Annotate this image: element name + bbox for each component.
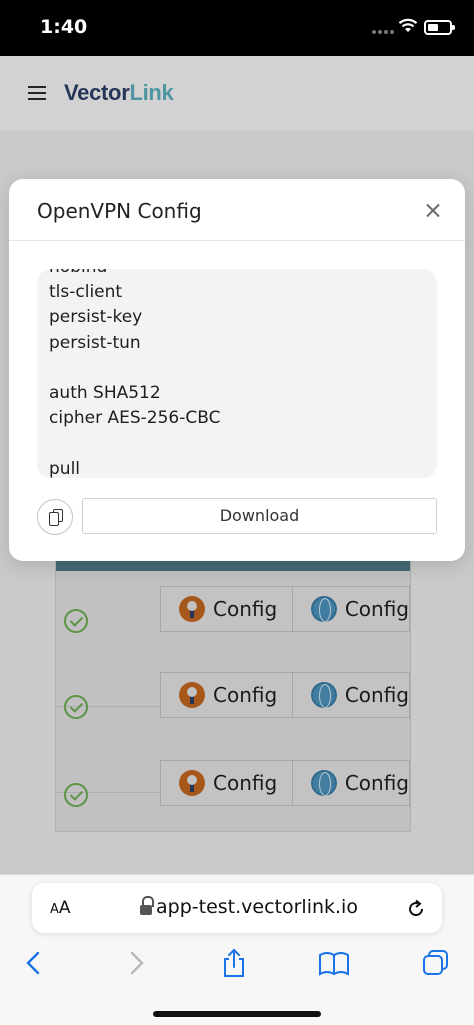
aa-small: A [50,902,59,917]
wifi-icon [398,18,418,32]
close-icon[interactable] [423,201,443,221]
battery-icon [424,20,455,35]
status-time: 1:40 [40,16,88,38]
share-icon[interactable] [216,947,252,979]
forward-icon[interactable] [118,947,154,979]
browser-toolbar: AA app-test.vectorlink.io [0,874,474,1025]
status-bar: 1:40 [0,0,474,56]
copy-icon [49,509,63,526]
modal-title: OpenVPN Config [37,199,202,223]
bookmarks-icon[interactable] [316,947,352,979]
reader-settings-button[interactable]: AA [50,898,71,918]
reload-icon[interactable] [406,899,426,919]
lock-icon [140,896,154,916]
config-textarea[interactable]: nobind tls-client persist-key persist-tu… [37,269,437,478]
address-bar[interactable]: AA app-test.vectorlink.io [32,883,442,933]
download-button[interactable]: Download [82,498,437,534]
openvpn-config-modal: OpenVPN Config nobind tls-client persist… [9,179,465,561]
tabs-icon[interactable] [418,947,454,979]
config-content: nobind tls-client persist-key persist-tu… [49,269,221,478]
url-text: app-test.vectorlink.io [156,896,358,918]
signal-icon [372,30,394,34]
aa-large: A [58,898,71,918]
back-icon[interactable] [18,947,54,979]
home-indicator [153,1011,321,1017]
copy-button[interactable] [37,499,73,535]
modal-header: OpenVPN Config [9,179,465,241]
